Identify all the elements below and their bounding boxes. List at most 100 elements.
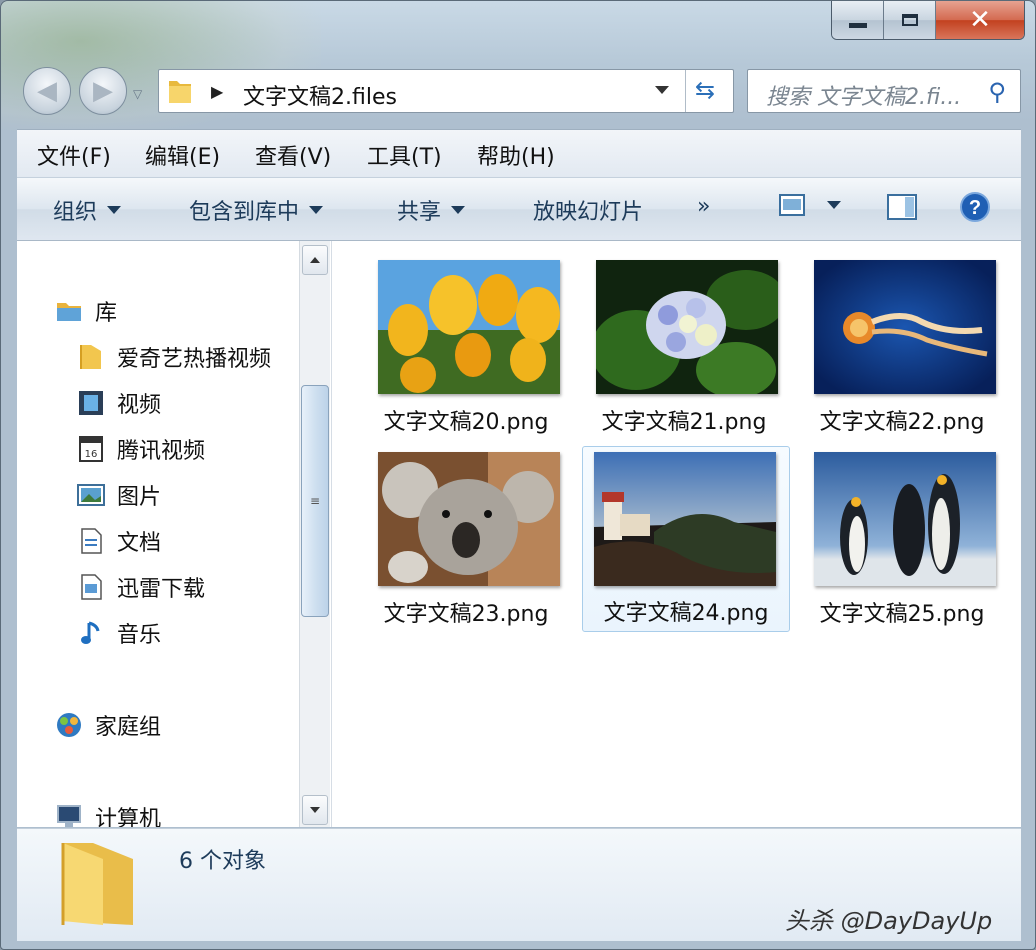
more-commands-icon: »: [697, 194, 711, 219]
breadcrumb-path[interactable]: 文字文稿2.files: [243, 79, 397, 111]
address-bar[interactable]: ▶ 文字文稿2.files ⇆: [158, 69, 734, 113]
nav-item-music[interactable]: 音乐: [77, 617, 161, 649]
watermark: 头杀 @DayDayUp: [785, 907, 993, 935]
address-divider: [685, 70, 686, 112]
chevron-down-icon: [451, 206, 466, 214]
tencent-video-icon: 16: [79, 436, 103, 462]
file-name: 文字文稿20.png: [383, 410, 549, 435]
menu-help[interactable]: 帮助(H): [477, 139, 555, 171]
breadcrumb-separator[interactable]: ▶: [211, 82, 223, 101]
menu-view[interactable]: 查看(V): [255, 139, 331, 171]
folder-icon: [169, 81, 191, 103]
file-tile-selected[interactable]: 文字文稿24.png: [582, 446, 790, 632]
help-button[interactable]: ?: [959, 191, 991, 223]
window-controls: ✕: [831, 1, 1025, 40]
close-button[interactable]: ✕: [936, 1, 1024, 39]
thunder-download-icon: [81, 574, 102, 600]
back-button[interactable]: ◀: [23, 67, 71, 115]
nav-computer-label: 计算机: [95, 807, 162, 827]
nav-homegroup-label: 家庭组: [95, 715, 162, 740]
folder-icon: [61, 843, 133, 925]
preview-pane-icon: [887, 194, 917, 220]
nav-item-label: 爱奇艺热播视频: [117, 347, 272, 372]
share-label: 共享: [397, 200, 442, 225]
change-view-button[interactable]: [779, 194, 841, 216]
preview-pane-button[interactable]: [887, 194, 917, 220]
details-pane: 6 个对象 头杀 @DayDayUp: [17, 828, 1021, 941]
menu-file[interactable]: 文件(F): [37, 139, 111, 171]
view-icon: [779, 194, 805, 216]
grip-icon: ≡: [309, 494, 321, 508]
libraries-icon: [57, 303, 81, 321]
maximize-icon: [901, 14, 918, 26]
file-tile[interactable]: 文字文稿23.png: [362, 443, 570, 629]
help-icon: ?: [960, 192, 990, 222]
lighthouse-photo: [594, 452, 776, 586]
scroll-up-button[interactable]: [302, 245, 328, 275]
chevron-up-icon: [310, 257, 320, 263]
koala-photo: [378, 452, 560, 586]
close-icon: ✕: [969, 5, 991, 35]
nav-item-thunder-download[interactable]: 迅雷下载: [77, 571, 205, 603]
file-name: 文字文稿24.png: [603, 601, 769, 626]
slideshow-label: 放映幻灯片: [533, 200, 644, 225]
hydrangea-photo: [596, 260, 778, 394]
nav-item-label: 腾讯视频: [117, 439, 206, 464]
file-name: 文字文稿25.png: [819, 602, 985, 627]
music-library-icon: [81, 621, 100, 644]
chevron-down-icon[interactable]: [655, 86, 669, 94]
search-input[interactable]: 搜索 文字文稿2.fi...: [766, 79, 961, 111]
file-tile[interactable]: 文字文稿20.png: [362, 251, 570, 437]
scroll-down-button[interactable]: [302, 795, 328, 825]
nav-libraries[interactable]: 库: [55, 295, 117, 327]
nav-homegroup[interactable]: 家庭组: [55, 709, 161, 741]
tulips-photo: [378, 260, 560, 394]
nav-computer[interactable]: 计算机: [55, 801, 161, 827]
file-list: 文字文稿20.png 文字文稿21.png 文字文稿22.png 文字文稿23.…: [332, 241, 1021, 827]
file-tile[interactable]: 文字文稿25.png: [798, 443, 1006, 629]
file-name: 文字文稿21.png: [601, 410, 767, 435]
search-box[interactable]: 搜索 文字文稿2.fi... ⚲: [747, 69, 1021, 113]
navigation-pane: 库 爱奇艺热播视频 视频 16 腾讯视频 图片 文档 迅雷下载 音乐 家庭组 计…: [17, 241, 332, 827]
more-commands-button[interactable]: »: [697, 194, 710, 219]
computer-icon: [57, 805, 81, 827]
search-icon[interactable]: ⚲: [988, 78, 1006, 106]
chevron-down-icon: [309, 206, 324, 214]
command-bar: 组织 包含到库中 共享 放映幻灯片 » ?: [17, 177, 1021, 241]
penguins-photo: [814, 452, 996, 586]
documents-library-icon: [81, 528, 102, 554]
file-tile[interactable]: 文字文稿21.png: [580, 251, 788, 437]
maximize-button[interactable]: [884, 1, 936, 39]
nav-item-label: 文档: [117, 531, 162, 556]
explorer-window: ✕ ◀ ▶ ▽ ▶ 文字文稿2.files ⇆ 搜索 文字文稿2.fi... ⚲…: [0, 0, 1036, 950]
nav-item-documents[interactable]: 文档: [77, 525, 161, 557]
organize-button[interactable]: 组织: [53, 194, 122, 226]
include-in-library-label: 包含到库中: [189, 200, 300, 225]
include-in-library-button[interactable]: 包含到库中: [189, 194, 324, 226]
nav-item-tencent-video[interactable]: 16 腾讯视频: [77, 433, 205, 465]
nav-item-videos[interactable]: 视频: [77, 387, 161, 419]
forward-arrow-icon: ▶: [93, 76, 113, 106]
nav-item-label: 视频: [117, 393, 162, 418]
chevron-down-icon: [310, 807, 320, 813]
minimize-button[interactable]: [832, 1, 884, 39]
homegroup-icon: [57, 713, 81, 737]
jellyfish-photo: [814, 260, 996, 394]
organize-label: 组织: [53, 200, 98, 225]
menu-tools[interactable]: 工具(T): [367, 139, 442, 171]
nav-scrollbar[interactable]: ≡: [299, 241, 330, 827]
refresh-icon[interactable]: ⇆: [695, 76, 715, 104]
file-name: 文字文稿23.png: [383, 602, 549, 627]
scroll-thumb[interactable]: ≡: [301, 385, 329, 617]
recent-pages-dropdown[interactable]: ▽: [133, 87, 142, 101]
forward-button[interactable]: ▶: [79, 67, 127, 115]
minimize-icon: [848, 22, 867, 28]
file-tile[interactable]: 文字文稿22.png: [798, 251, 1006, 437]
share-button[interactable]: 共享: [397, 194, 466, 226]
folder-icon: [80, 345, 101, 369]
menu-edit[interactable]: 编辑(E): [145, 139, 220, 171]
nav-item-iqiyi[interactable]: 爱奇艺热播视频: [77, 341, 271, 373]
video-library-icon: [79, 391, 103, 415]
slideshow-button[interactable]: 放映幻灯片: [533, 194, 643, 226]
nav-item-pictures[interactable]: 图片: [77, 479, 161, 511]
